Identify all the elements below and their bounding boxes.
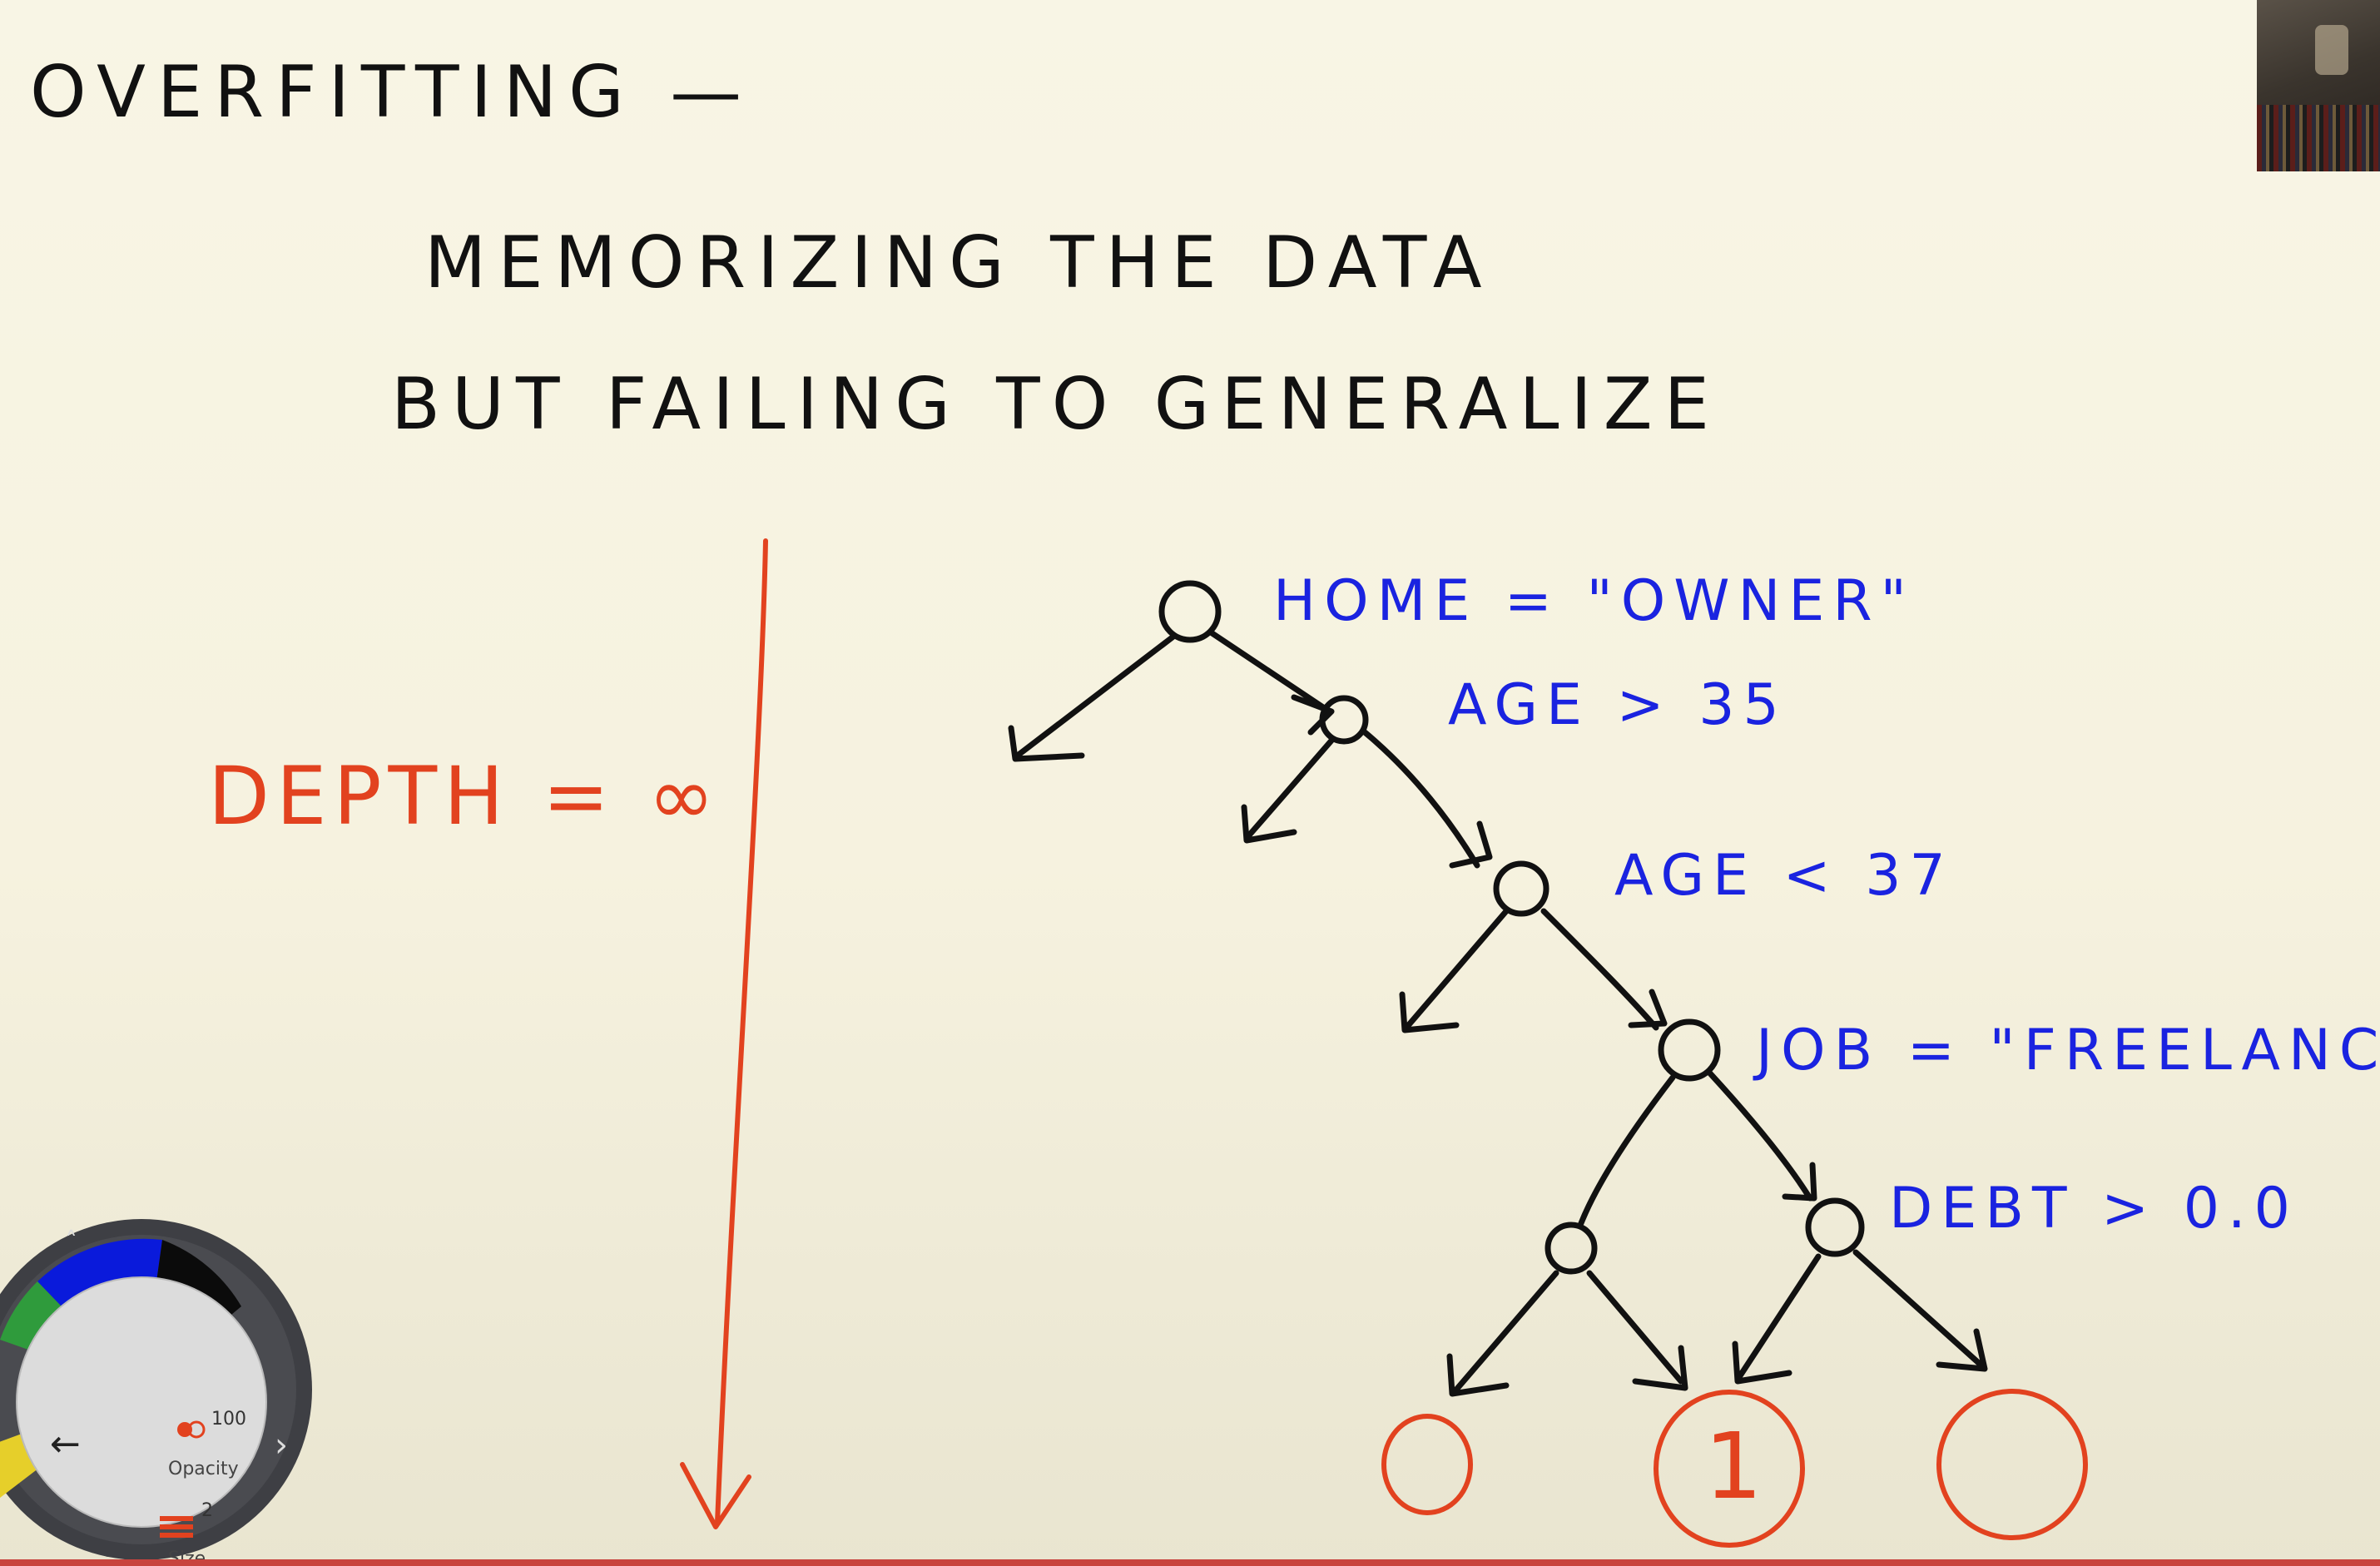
progress-bar[interactable] — [0, 1559, 2380, 1566]
tree-node-left — [1545, 1222, 1598, 1275]
tree-leaves: 1 — [1381, 1389, 2088, 1548]
size-icon — [160, 1516, 193, 1521]
tree-edge — [1586, 1270, 1688, 1391]
depth-arrow — [715, 538, 768, 1525]
tree-condition-home: HOME = "OWNER" — [1273, 568, 1915, 634]
back-arrow-icon[interactable]: ← — [50, 1423, 81, 1465]
tree-node-age37 — [1493, 860, 1549, 917]
tree-edge — [1361, 729, 1493, 869]
tree-condition-debt: DEBT > 0.0 — [1889, 1176, 2298, 1241]
whiteboard-canvas[interactable]: OVERFITTING — MEMORIZING THE DATA BUT FA… — [0, 0, 2380, 1566]
next-chevron-icon[interactable]: › — [275, 1426, 288, 1464]
tree-edge — [1578, 1074, 1676, 1227]
drawing-tool-wheel[interactable]: ˄ › ← 100 Opacity 2 Size — [0, 1215, 316, 1564]
webcam-thumbnail — [2257, 0, 2380, 171]
tree-node-job — [1658, 1018, 1721, 1082]
depth-label: DEPTH = ∞ — [208, 750, 721, 843]
up-chevron-icon[interactable]: ˄ — [65, 1227, 77, 1256]
tree-condition-job: JOB = "FREELANCE" — [1753, 1018, 2380, 1083]
tree-edge — [1732, 1253, 1822, 1385]
line-generalize: BUT FAILING TO GENERALIZE — [391, 363, 1721, 446]
tree-edge — [1399, 908, 1510, 1033]
tree-condition-age35: AGE > 35 — [1448, 672, 1787, 738]
tree-condition-age37: AGE < 37 — [1614, 843, 1954, 909]
tree-edge — [1707, 1070, 1817, 1202]
opacity-label: Opacity — [168, 1459, 239, 1479]
tree-node-age35 — [1319, 695, 1369, 745]
leaf-circle-0-right — [1936, 1389, 2088, 1540]
leaf-circle-0-left — [1381, 1414, 1473, 1515]
tree-node-debt — [1805, 1197, 1865, 1257]
size-value: 2 — [201, 1500, 213, 1521]
title-text: OVERFITTING — — [30, 51, 753, 134]
tree-edge — [1540, 908, 1668, 1031]
line-memorizing: MEMORIZING THE DATA — [424, 221, 1494, 305]
tree-edge — [1446, 1270, 1559, 1397]
tree-edge — [1852, 1249, 1988, 1372]
leaf-value-1: 1 — [1704, 1413, 1769, 1519]
tree-edge — [1241, 737, 1335, 844]
tree-edge — [1008, 633, 1177, 762]
tree-edge — [1207, 629, 1335, 736]
opacity-value: 100 — [211, 1409, 246, 1430]
